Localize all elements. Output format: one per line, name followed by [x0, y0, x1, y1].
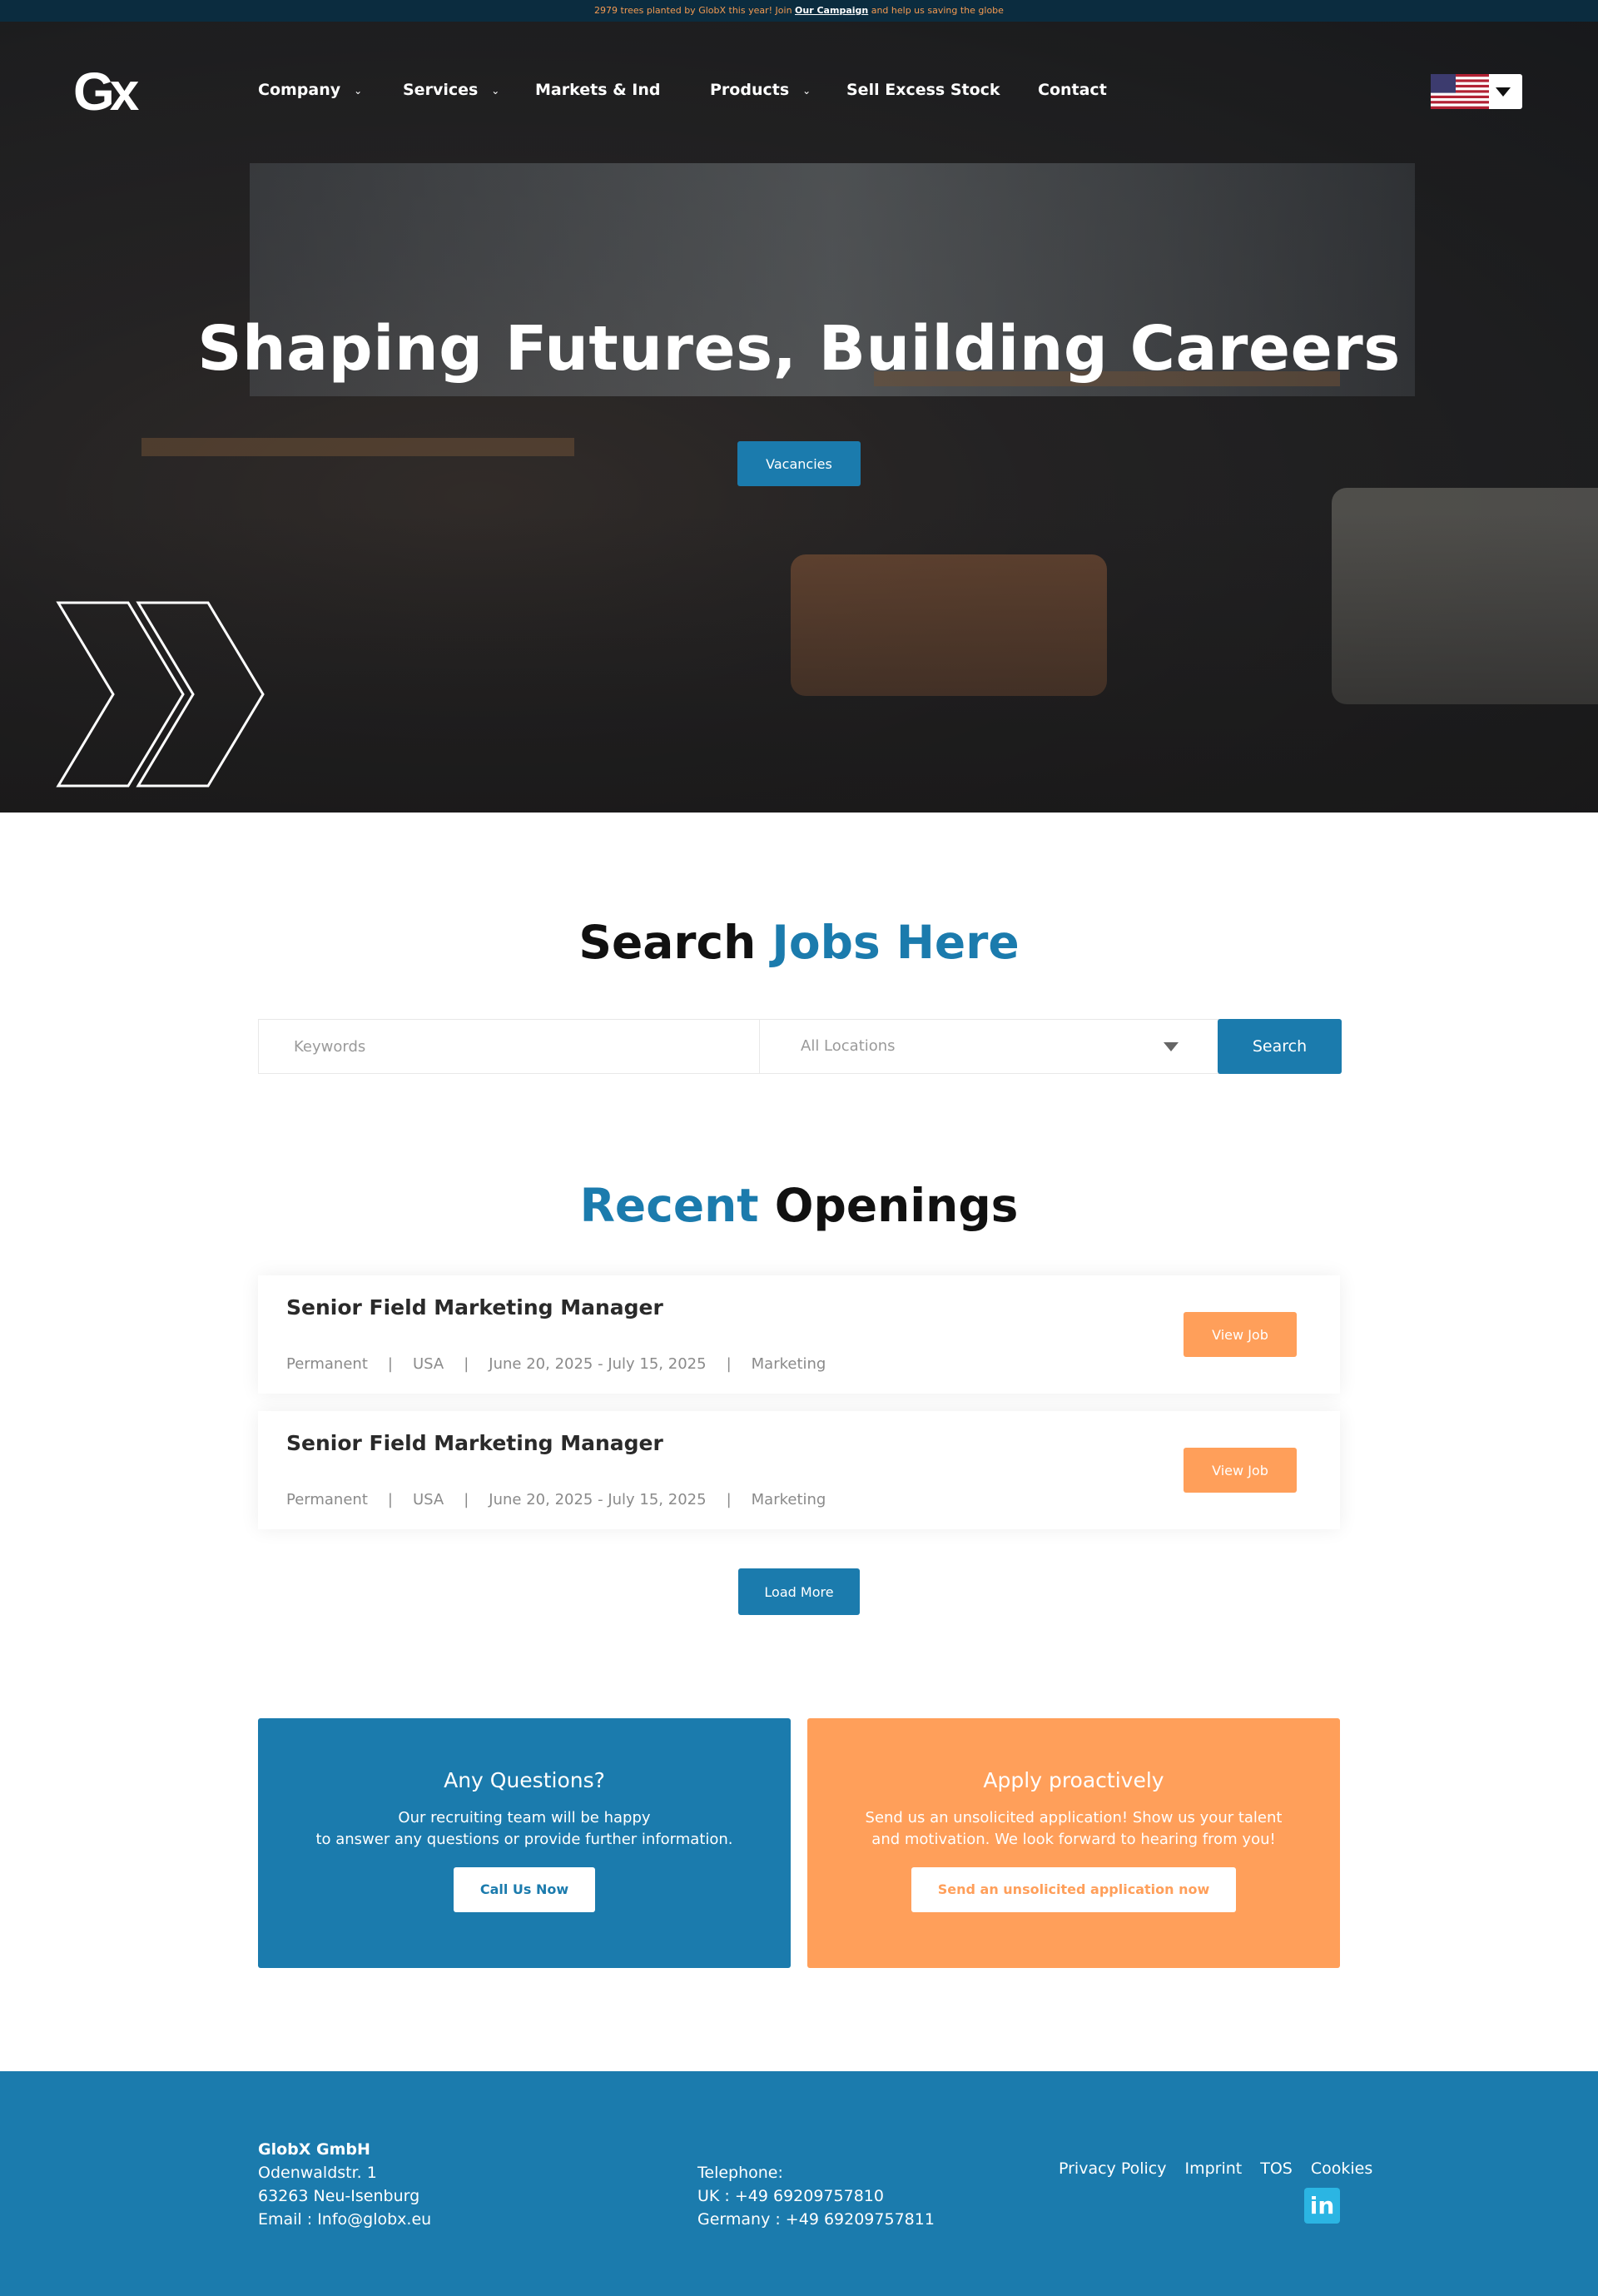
- apply-line-1: Send us an unsolicited application! Show…: [865, 1809, 1283, 1826]
- chevron-down-icon: ⌄: [802, 84, 811, 97]
- nav-item-contact[interactable]: Contact: [1038, 73, 1107, 107]
- announcement-suffix: and help us saving the globe: [868, 5, 1004, 16]
- meta-divider: |: [464, 1491, 469, 1508]
- job-search-bar: All Locations Search: [258, 1019, 1342, 1074]
- job-location: USA: [412, 1491, 444, 1508]
- footer-link-tos[interactable]: TOS: [1260, 2159, 1293, 2178]
- hero-background-desk: [141, 438, 574, 456]
- job-card: Senior Field Marketing Manager Permanent…: [258, 1275, 1340, 1394]
- hero-title: Shaping Futures, Building Careers: [197, 313, 1401, 385]
- nav-item-services[interactable]: Services ⌄: [403, 73, 499, 107]
- job-type: Permanent: [286, 1355, 368, 1373]
- meta-divider: |: [464, 1355, 469, 1373]
- questions-line-1: Our recruiting team will be happy: [398, 1809, 651, 1826]
- apply-text: Send us an unsolicited application! Show…: [807, 1807, 1340, 1851]
- chevron-down-icon: [1496, 87, 1511, 97]
- announcement-bar: 2979 trees planted by GlobX this year! J…: [0, 0, 1598, 22]
- job-dates: June 20, 2025 - July 15, 2025: [489, 1491, 707, 1508]
- meta-divider: |: [387, 1491, 393, 1508]
- footer-phone-uk[interactable]: UK : +49 69209757810: [697, 2184, 935, 2208]
- location-select-value: All Locations: [801, 1037, 896, 1055]
- view-job-button[interactable]: View Job: [1184, 1448, 1297, 1493]
- job-category: Marketing: [751, 1491, 826, 1508]
- meta-divider: |: [726, 1355, 732, 1373]
- questions-text: Our recruiting team will be happy to ans…: [258, 1807, 791, 1851]
- search-title: Search Jobs Here: [0, 916, 1598, 969]
- unsolicited-application-button[interactable]: Send an unsolicited application now: [911, 1867, 1237, 1912]
- nav-item-company[interactable]: Company ⌄: [258, 73, 362, 107]
- job-title[interactable]: Senior Field Marketing Manager: [286, 1431, 663, 1455]
- footer-phone-de[interactable]: Germany : +49 69209757811: [697, 2208, 935, 2231]
- load-more-button[interactable]: Load More: [738, 1568, 860, 1615]
- footer-phone-label: Telephone:: [697, 2164, 783, 2182]
- vacancies-button[interactable]: Vacancies: [737, 441, 861, 486]
- nav-item-sell-excess-stock[interactable]: Sell Excess Stock: [846, 73, 1000, 107]
- chevron-down-icon: ⌄: [354, 84, 363, 97]
- footer-city: 63263 Neu-Isenburg: [258, 2187, 420, 2205]
- job-category: Marketing: [751, 1355, 826, 1373]
- nav-item-markets[interactable]: Markets & Ind: [535, 73, 661, 107]
- job-meta: Permanent | USA | June 20, 2025 - July 15, 2…: [286, 1491, 826, 1508]
- nav-item-label: Contact: [1038, 81, 1107, 99]
- nav-item-products[interactable]: Products ⌄: [710, 73, 811, 107]
- hero-section: Gx Company ⌄ Services ⌄ Markets & Ind Prod…: [0, 22, 1598, 813]
- meta-divider: |: [726, 1491, 732, 1508]
- questions-box: Any Questions? Our recruiting team will …: [258, 1718, 791, 1968]
- nav-item-label: Products: [710, 81, 790, 99]
- footer-links: Privacy Policy Imprint TOS Cookies: [1040, 2159, 1372, 2178]
- chevron-down-icon: ⌄: [491, 84, 500, 97]
- language-selector[interactable]: [1431, 74, 1522, 109]
- apply-box: Apply proactively Send us an unsolicited…: [807, 1718, 1340, 1968]
- job-type: Permanent: [286, 1491, 368, 1508]
- apply-title: Apply proactively: [983, 1768, 1164, 1792]
- location-select[interactable]: All Locations: [761, 1020, 1217, 1073]
- openings-title-plain: Openings: [758, 1179, 1019, 1232]
- job-card: Senior Field Marketing Manager Permanent…: [258, 1411, 1340, 1529]
- view-job-button[interactable]: View Job: [1184, 1312, 1297, 1357]
- footer: GlobX GmbH Odenwaldstr. 1 63263 Neu-Isen…: [0, 2071, 1598, 2296]
- footer-company-name: GlobX GmbH: [258, 2140, 370, 2159]
- footer-phone: Telephone: UK : +49 69209757810 Germany …: [697, 2161, 935, 2231]
- job-dates: June 20, 2025 - July 15, 2025: [489, 1355, 707, 1373]
- call-us-button[interactable]: Call Us Now: [453, 1867, 596, 1912]
- double-chevron-icon: [56, 601, 265, 788]
- questions-title: Any Questions?: [444, 1768, 605, 1792]
- questions-line-2: to answer any questions or provide furth…: [315, 1831, 733, 1848]
- job-title[interactable]: Senior Field Marketing Manager: [286, 1295, 663, 1319]
- openings-title-accent: Recent: [579, 1179, 759, 1232]
- footer-link-imprint[interactable]: Imprint: [1184, 2159, 1242, 2178]
- footer-email[interactable]: Email : Info@globx.eu: [258, 2208, 431, 2231]
- search-title-accent: Jobs Here: [772, 916, 1020, 969]
- job-location: USA: [412, 1355, 444, 1373]
- nav-item-label: Sell Excess Stock: [846, 81, 1000, 99]
- main-nav: Company ⌄ Services ⌄ Markets & Ind Product…: [0, 73, 1598, 107]
- footer-link-cookies[interactable]: Cookies: [1311, 2159, 1372, 2178]
- linkedin-icon[interactable]: in: [1304, 2188, 1340, 2224]
- footer-street: Odenwaldstr. 1: [258, 2164, 377, 2182]
- job-meta: Permanent | USA | June 20, 2025 - July 15, 2…: [286, 1355, 826, 1373]
- search-button[interactable]: Search: [1218, 1019, 1342, 1074]
- footer-address: GlobX GmbH Odenwaldstr. 1 63263 Neu-Isen…: [258, 2138, 431, 2231]
- announcement-prefix: 2979 trees planted by GlobX this year! J…: [594, 5, 796, 16]
- campaign-link[interactable]: Our Campaign: [795, 5, 868, 16]
- footer-link-privacy[interactable]: Privacy Policy: [1059, 2159, 1166, 2178]
- nav-item-label: Company: [258, 81, 341, 99]
- chevron-down-icon: [1164, 1042, 1179, 1051]
- openings-title: Recent Openings: [0, 1179, 1598, 1232]
- nav-item-label: Services: [403, 81, 479, 99]
- apply-line-2: and motivation. We look forward to heari…: [871, 1831, 1276, 1848]
- keywords-input[interactable]: [259, 1020, 760, 1073]
- us-flag-icon: [1431, 74, 1489, 109]
- search-title-plain: Search: [578, 916, 772, 969]
- nav-item-label: Markets & Ind: [535, 81, 661, 99]
- meta-divider: |: [387, 1355, 393, 1373]
